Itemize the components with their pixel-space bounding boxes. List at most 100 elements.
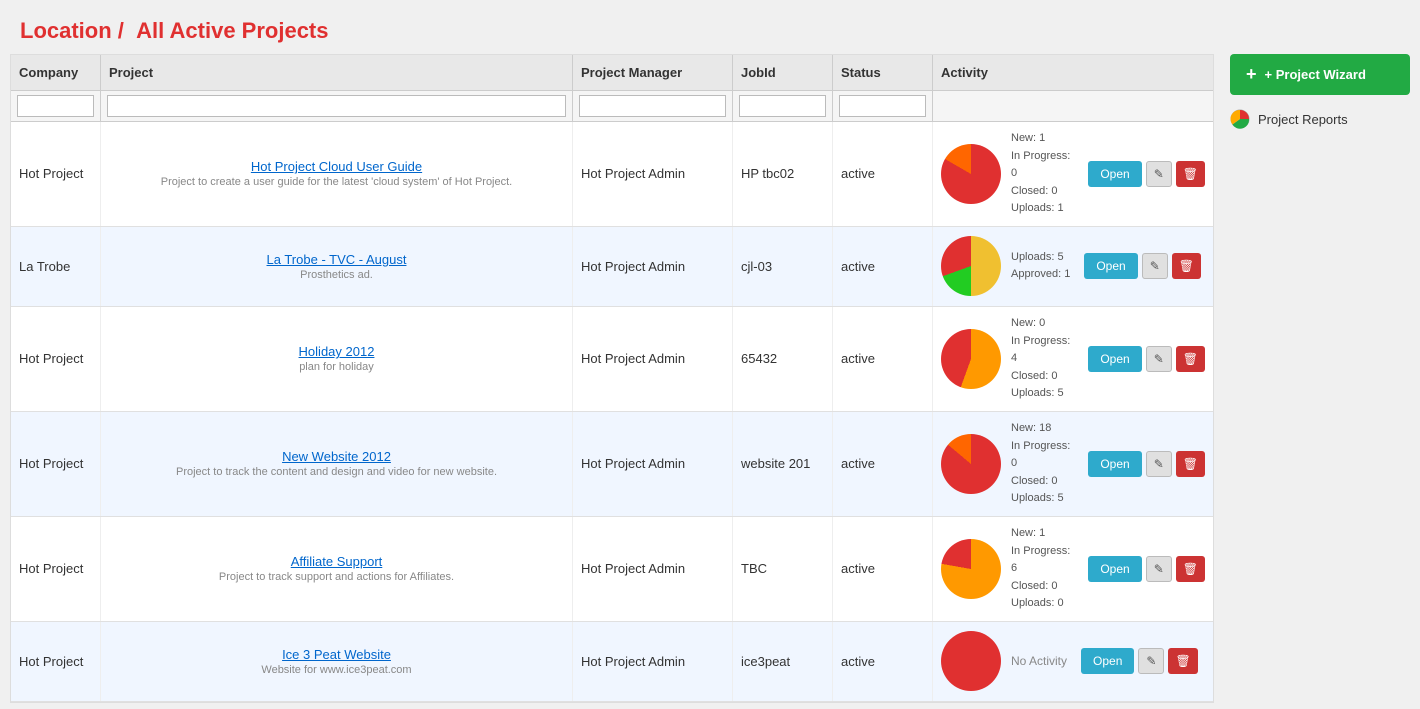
activity-stats: New: 18In Progress: 0Closed: 0Uploads: 5 [1011, 420, 1074, 508]
project-wizard-button[interactable]: + + Project Wizard [1230, 54, 1410, 95]
open-button[interactable]: Open [1088, 161, 1141, 187]
jobid-cell: TBC [733, 517, 833, 621]
filter-manager[interactable] [579, 95, 726, 117]
activity-stats: Uploads: 5Approved: 1 [1011, 249, 1070, 284]
project-name[interactable]: New Website 2012 [282, 449, 391, 464]
action-buttons: Open ✎ 🗑 [1088, 161, 1205, 187]
filter-status[interactable] [839, 95, 926, 117]
stat-line: Closed: 0 [1011, 578, 1074, 596]
manager-cell: Hot Project Admin [573, 412, 733, 516]
company-cell: Hot Project [11, 122, 101, 226]
stat-line: In Progress: 0 [1011, 148, 1074, 183]
breadcrumb-title: All Active Projects [136, 18, 328, 43]
stat-line: Uploads: 1 [1011, 200, 1074, 218]
project-name[interactable]: Hot Project Cloud User Guide [251, 159, 422, 174]
col-activity: Activity [933, 55, 1213, 90]
manager-cell: Hot Project Admin [573, 227, 733, 306]
stat-line: New: 18 [1011, 420, 1074, 438]
open-button[interactable]: Open [1088, 451, 1141, 477]
edit-button[interactable]: ✎ [1146, 556, 1172, 582]
delete-button[interactable]: 🗑 [1176, 451, 1205, 477]
activity-chart [941, 329, 1001, 389]
jobid-cell: HP tbc02 [733, 122, 833, 226]
stat-line: In Progress: 0 [1011, 438, 1074, 473]
stat-line: New: 1 [1011, 130, 1074, 148]
project-desc: Website for www.ice3peat.com [261, 664, 411, 676]
jobid-cell: 65432 [733, 307, 833, 411]
delete-button[interactable]: 🗑 [1176, 556, 1205, 582]
company-cell: Hot Project [11, 622, 101, 701]
activity-cell: New: 18In Progress: 0Closed: 0Uploads: 5… [933, 412, 1213, 516]
table-row: Hot Project Holiday 2012 plan for holida… [11, 307, 1213, 412]
page-header: Location / All Active Projects [0, 0, 1420, 54]
stat-line: Approved: 1 [1011, 266, 1070, 284]
project-name[interactable]: La Trobe - TVC - August [267, 252, 407, 267]
status-cell: active [833, 122, 933, 226]
edit-button[interactable]: ✎ [1146, 161, 1172, 187]
company-cell: Hot Project [11, 517, 101, 621]
activity-stats: New: 1In Progress: 0Closed: 0Uploads: 1 [1011, 130, 1074, 218]
manager-cell: Hot Project Admin [573, 122, 733, 226]
stat-line: Uploads: 5 [1011, 490, 1074, 508]
status-cell: active [833, 307, 933, 411]
project-reports-link[interactable]: Project Reports [1230, 109, 1410, 129]
edit-button[interactable]: ✎ [1146, 346, 1172, 372]
edit-button[interactable]: ✎ [1138, 648, 1164, 674]
edit-button[interactable]: ✎ [1142, 253, 1168, 279]
project-cell: Ice 3 Peat Website Website for www.ice3p… [101, 622, 573, 701]
manager-cell: Hot Project Admin [573, 517, 733, 621]
jobid-cell: cjl-03 [733, 227, 833, 306]
project-cell: Hot Project Cloud User Guide Project to … [101, 122, 573, 226]
stat-line: New: 0 [1011, 315, 1074, 333]
stat-line: Closed: 0 [1011, 368, 1074, 386]
filter-jobid[interactable] [739, 95, 826, 117]
open-button[interactable]: Open [1088, 556, 1141, 582]
delete-button[interactable]: 🗑 [1176, 346, 1205, 372]
status-cell: active [833, 227, 933, 306]
jobid-cell: ice3peat [733, 622, 833, 701]
manager-cell: Hot Project Admin [573, 307, 733, 411]
col-company: Company [11, 55, 101, 90]
activity-cell: No Activity Open ✎ 🗑 [933, 622, 1213, 701]
breadcrumb-prefix: Location / [20, 18, 124, 43]
col-status: Status [833, 55, 933, 90]
col-manager: Project Manager [573, 55, 733, 90]
status-cell: active [833, 622, 933, 701]
sidebar: + + Project Wizard Project Reports [1230, 54, 1410, 703]
open-button[interactable]: Open [1088, 346, 1141, 372]
table-row: Hot Project Hot Project Cloud User Guide… [11, 122, 1213, 227]
manager-cell: Hot Project Admin [573, 622, 733, 701]
project-cell: La Trobe - TVC - August Prosthetics ad. [101, 227, 573, 306]
main-layout: Company Project Project Manager JobId St… [0, 54, 1420, 703]
action-buttons: Open ✎ 🗑 [1084, 253, 1201, 279]
project-name[interactable]: Holiday 2012 [299, 344, 375, 359]
projects-table: Company Project Project Manager JobId St… [10, 54, 1214, 703]
status-cell: active [833, 517, 933, 621]
col-project: Project [101, 55, 573, 90]
action-buttons: Open ✎ 🗑 [1088, 451, 1205, 477]
delete-button[interactable]: 🗑 [1176, 161, 1205, 187]
stat-line: Uploads: 5 [1011, 249, 1070, 267]
jobid-cell: website 201 [733, 412, 833, 516]
project-name[interactable]: Affiliate Support [291, 554, 383, 569]
project-desc: Prosthetics ad. [300, 269, 373, 281]
no-activity-label: No Activity [1011, 654, 1067, 668]
filter-company[interactable] [17, 95, 94, 117]
open-button[interactable]: Open [1084, 253, 1137, 279]
wizard-label: + Project Wizard [1265, 67, 1366, 82]
delete-button[interactable]: 🗑 [1168, 648, 1197, 674]
filter-project[interactable] [107, 95, 566, 117]
project-cell: Affiliate Support Project to track suppo… [101, 517, 573, 621]
activity-chart [941, 236, 1001, 296]
table-row: Hot Project Affiliate Support Project to… [11, 517, 1213, 622]
delete-button[interactable]: 🗑 [1172, 253, 1201, 279]
table-row: La Trobe La Trobe - TVC - August Prosthe… [11, 227, 1213, 307]
plus-icon: + [1246, 64, 1257, 85]
edit-button[interactable]: ✎ [1146, 451, 1172, 477]
reports-label: Project Reports [1258, 112, 1348, 127]
company-cell: La Trobe [11, 227, 101, 306]
project-desc: Project to create a user guide for the l… [161, 176, 512, 188]
open-button[interactable]: Open [1081, 648, 1134, 674]
project-name[interactable]: Ice 3 Peat Website [282, 647, 391, 662]
action-buttons: Open ✎ 🗑 [1088, 556, 1205, 582]
